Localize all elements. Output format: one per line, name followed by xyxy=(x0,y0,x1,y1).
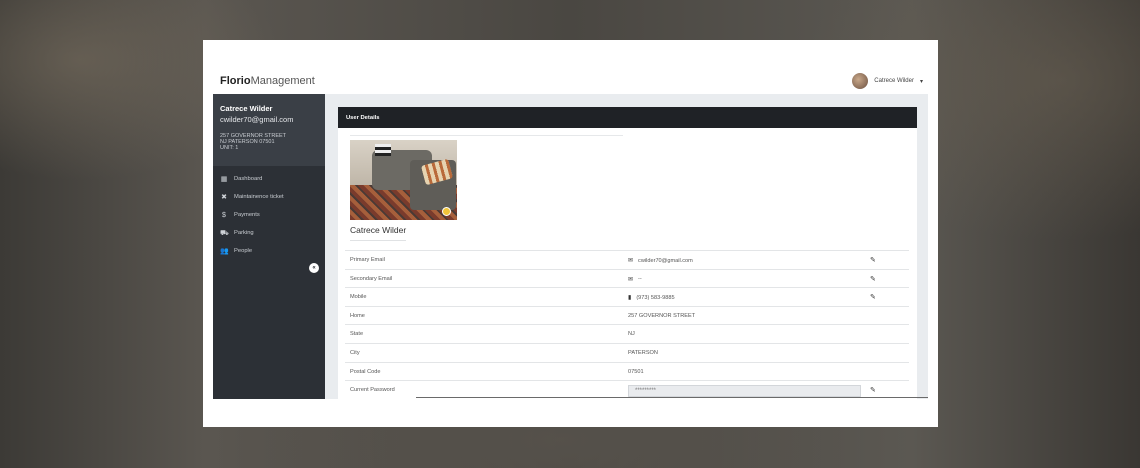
edit-photo-icon[interactable] xyxy=(442,207,451,216)
detail-row-city: City PATERSON xyxy=(345,342,909,362)
profile-photo[interactable] xyxy=(350,140,457,220)
sidebar-item-parking[interactable]: ⛟ Parking xyxy=(213,224,325,242)
sidebar-collapse-button[interactable]: « xyxy=(309,263,319,273)
current-password-field[interactable]: ********* xyxy=(628,385,861,398)
avatar xyxy=(852,73,869,89)
user-details-card: User Details Catrece Wilder Primary Emai… xyxy=(338,107,917,399)
sidebar-address: 257 GOVERNOR STREET NJ PATERSON 07501 UN… xyxy=(220,133,287,151)
sidebar-item-label: Payments xyxy=(234,212,260,218)
detail-row-state: State NJ xyxy=(345,324,909,343)
divider xyxy=(416,397,928,398)
envelope-icon: ✉ xyxy=(628,258,634,264)
tools-icon: ✖ xyxy=(221,194,227,201)
sidebar-user-name: Catrece Wilder xyxy=(220,104,273,113)
sidebar-item-people[interactable]: 👥 People xyxy=(213,242,325,260)
detail-row-postal-code: Postal Code 07501 xyxy=(345,361,909,381)
edit-pencil-icon[interactable]: ✎ xyxy=(870,256,876,264)
detail-row-current-password: Current Password ********* ✎ xyxy=(345,380,909,399)
divider xyxy=(350,135,623,136)
sidebar-user-email: cwilder70@gmail.com xyxy=(220,115,294,124)
phone-icon: ▮ xyxy=(628,295,632,302)
sidebar-item-payments[interactable]: $ Payments xyxy=(213,206,325,224)
sidebar-item-label: Dashboard xyxy=(234,176,263,182)
chevron-down-icon: ▾ xyxy=(919,78,923,85)
sidebar-item-dashboard[interactable]: ▦ Dashboard xyxy=(213,170,325,188)
detail-row-mobile: Mobile ▮ (973) 583-9885 ✎ xyxy=(345,287,909,306)
envelope-icon: ✉ xyxy=(628,276,634,283)
edit-pencil-icon[interactable]: ✎ xyxy=(870,275,876,283)
sidebar-item-label: Parking xyxy=(234,230,254,236)
sidebar-nav: ▦ Dashboard ✖ Maintainence ticket $ Paym… xyxy=(213,166,325,260)
profile-name: Catrece Wilder xyxy=(350,225,407,241)
user-menu[interactable]: Catrece Wilder ▾ xyxy=(852,73,923,89)
user-menu-name: Catrece Wilder xyxy=(874,78,914,84)
detail-row-home: Home 257 GOVERNOR STREET xyxy=(345,305,909,325)
card-title: User Details xyxy=(338,107,917,128)
brand-logo[interactable]: FlorioManagement xyxy=(220,75,315,87)
top-navbar: FlorioManagement Catrece Wilder ▾ xyxy=(203,68,938,94)
app-window: FlorioManagement Catrece Wilder ▾ Catrec… xyxy=(203,40,938,427)
sidebar-item-maintenance[interactable]: ✖ Maintainence ticket xyxy=(213,188,325,206)
people-icon: 👥 xyxy=(220,248,229,255)
car-icon: ⛟ xyxy=(220,229,229,237)
app-body: Catrece Wilder cwilder70@gmail.com 257 G… xyxy=(213,94,928,399)
grid-icon: ▦ xyxy=(220,176,228,183)
detail-row-secondary-email: Secondary Email ✉ -- ✎ xyxy=(345,268,909,288)
sidebar: Catrece Wilder cwilder70@gmail.com 257 G… xyxy=(213,94,325,399)
dollar-icon: $ xyxy=(222,211,226,219)
sidebar-user-info: Catrece Wilder cwilder70@gmail.com 257 G… xyxy=(213,94,325,166)
details-table: Primary Email ✉ cwilder70@gmail.com ✎ Sec… xyxy=(345,250,909,399)
sidebar-item-label: Maintainence ticket xyxy=(234,194,284,200)
detail-row-primary-email: Primary Email ✉ cwilder70@gmail.com ✎ xyxy=(345,250,909,269)
edit-pencil-icon[interactable]: ✎ xyxy=(870,386,876,394)
edit-pencil-icon[interactable]: ✎ xyxy=(870,293,876,301)
sidebar-item-label: People xyxy=(234,248,253,254)
